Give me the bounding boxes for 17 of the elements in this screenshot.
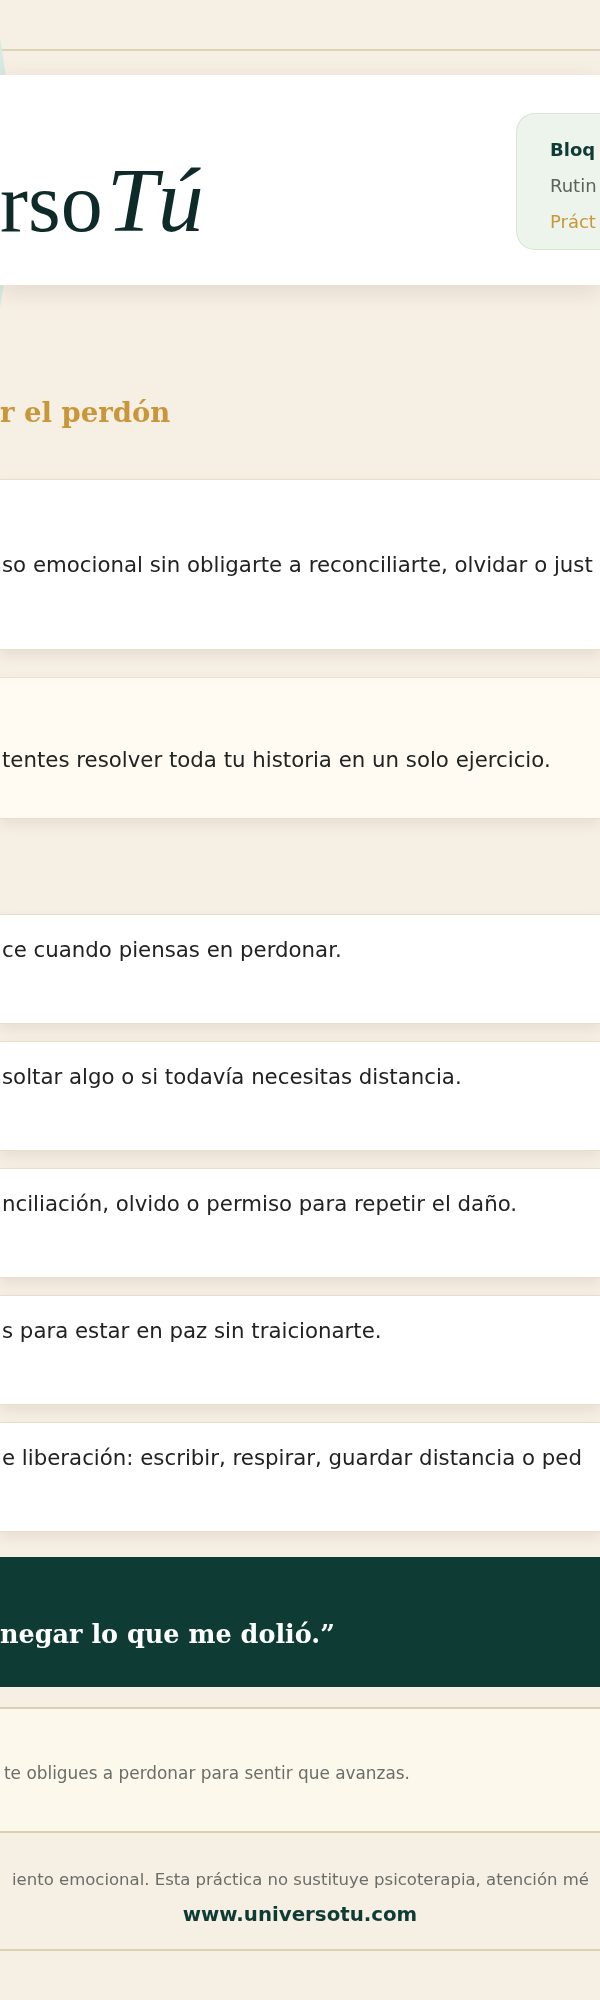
website-link[interactable]: www.universotu.com bbox=[182, 1900, 418, 1929]
step-text: ce cuando piensas en perdonar. bbox=[2, 935, 342, 964]
panel-title: Bloq bbox=[550, 138, 596, 162]
quote-text: negar lo que me dolió.” bbox=[0, 1618, 335, 1652]
intro-text: so emocional sin obligarte a reconciliarte, olvidar o just bbox=[2, 550, 593, 579]
panel-label: Práct bbox=[550, 210, 596, 234]
panel-subtitle: Rutin bbox=[550, 174, 597, 198]
step-text: nciliación, olvido o permiso para repetir el daño. bbox=[2, 1189, 518, 1218]
note-text: te obligues a perdonar para sentir que avanzas. bbox=[4, 1762, 410, 1786]
disclaimer-text: iento emocional. Esta práctica no sustituye psicoterapia, atención mé bbox=[12, 1868, 589, 1891]
step-text: soltar algo o si todavía necesitas distancia. bbox=[2, 1062, 462, 1091]
step-text: s para estar en paz sin traicionarte. bbox=[2, 1316, 382, 1345]
section-title: r el perdón bbox=[0, 396, 171, 429]
tip-text: tentes resolver toda tu historia en un solo ejercicio. bbox=[2, 745, 551, 774]
logo-text: rso bbox=[0, 161, 103, 245]
logo-script-text: Tú bbox=[106, 154, 204, 246]
step-text: e liberación: escribir, respirar, guardar distancia o ped bbox=[2, 1443, 582, 1472]
